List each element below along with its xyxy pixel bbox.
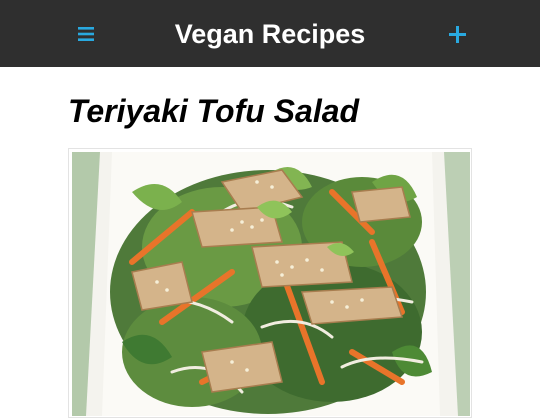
plus-icon [448, 25, 466, 43]
recipe-photo-frame [68, 148, 472, 418]
salad-photo [72, 152, 470, 416]
menu-button[interactable] [66, 15, 106, 53]
add-recipe-button[interactable] [437, 15, 477, 53]
app-bar: Vegan Recipes [0, 0, 540, 67]
recipe-title: Teriyaki Tofu Salad [68, 93, 360, 129]
hamburger-menu-icon [78, 27, 94, 41]
